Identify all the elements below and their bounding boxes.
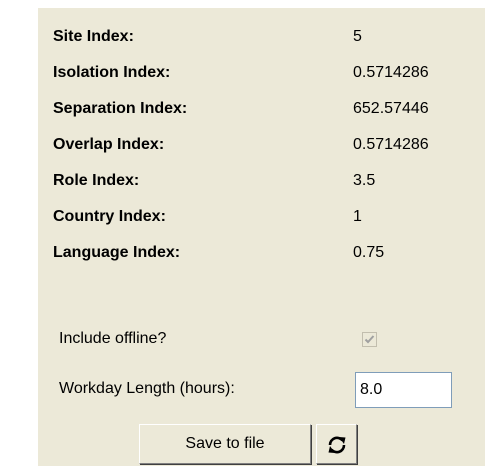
role-index-label: Role Index:: [53, 172, 140, 189]
metric-row-site: Site Index: 5: [53, 28, 473, 64]
metric-row-isolation: Isolation Index: 0.5714286: [53, 64, 473, 100]
language-index-value: 0.75: [353, 244, 385, 261]
site-index-label: Site Index:: [53, 28, 134, 45]
metric-row-separation: Separation Index: 652.57446: [53, 100, 473, 136]
metric-row-role: Role Index: 3.5: [53, 172, 473, 208]
metric-row-language: Language Index: 0.75: [53, 244, 473, 280]
refresh-icon: [328, 436, 346, 454]
include-offline-checkbox[interactable]: [362, 332, 377, 347]
save-to-file-button[interactable]: Save to file: [139, 424, 311, 464]
separation-index-value: 652.57446: [353, 100, 429, 117]
overlap-index-value: 0.5714286: [353, 136, 429, 153]
language-index-label: Language Index:: [53, 244, 181, 261]
isolation-index-value: 0.5714286: [353, 64, 429, 81]
refresh-button[interactable]: [316, 424, 357, 464]
checkmark-icon: [364, 335, 375, 344]
isolation-index-label: Isolation Index:: [53, 64, 171, 81]
site-index-value: 5: [353, 28, 362, 45]
index-panel: Site Index: 5 Isolation Index: 0.5714286…: [38, 8, 485, 466]
metric-row-overlap: Overlap Index: 0.5714286: [53, 136, 473, 172]
metrics-list: Site Index: 5 Isolation Index: 0.5714286…: [53, 28, 473, 280]
metric-row-country: Country Index: 1: [53, 208, 473, 244]
workday-length-input[interactable]: [355, 372, 452, 408]
country-index-label: Country Index:: [53, 208, 166, 225]
role-index-value: 3.5: [353, 172, 376, 189]
country-index-value: 1: [353, 208, 362, 225]
separation-index-label: Separation Index:: [53, 100, 188, 117]
workday-length-label: Workday Length (hours):: [59, 380, 235, 397]
include-offline-label: Include offline?: [59, 330, 167, 347]
overlap-index-label: Overlap Index:: [53, 136, 165, 153]
